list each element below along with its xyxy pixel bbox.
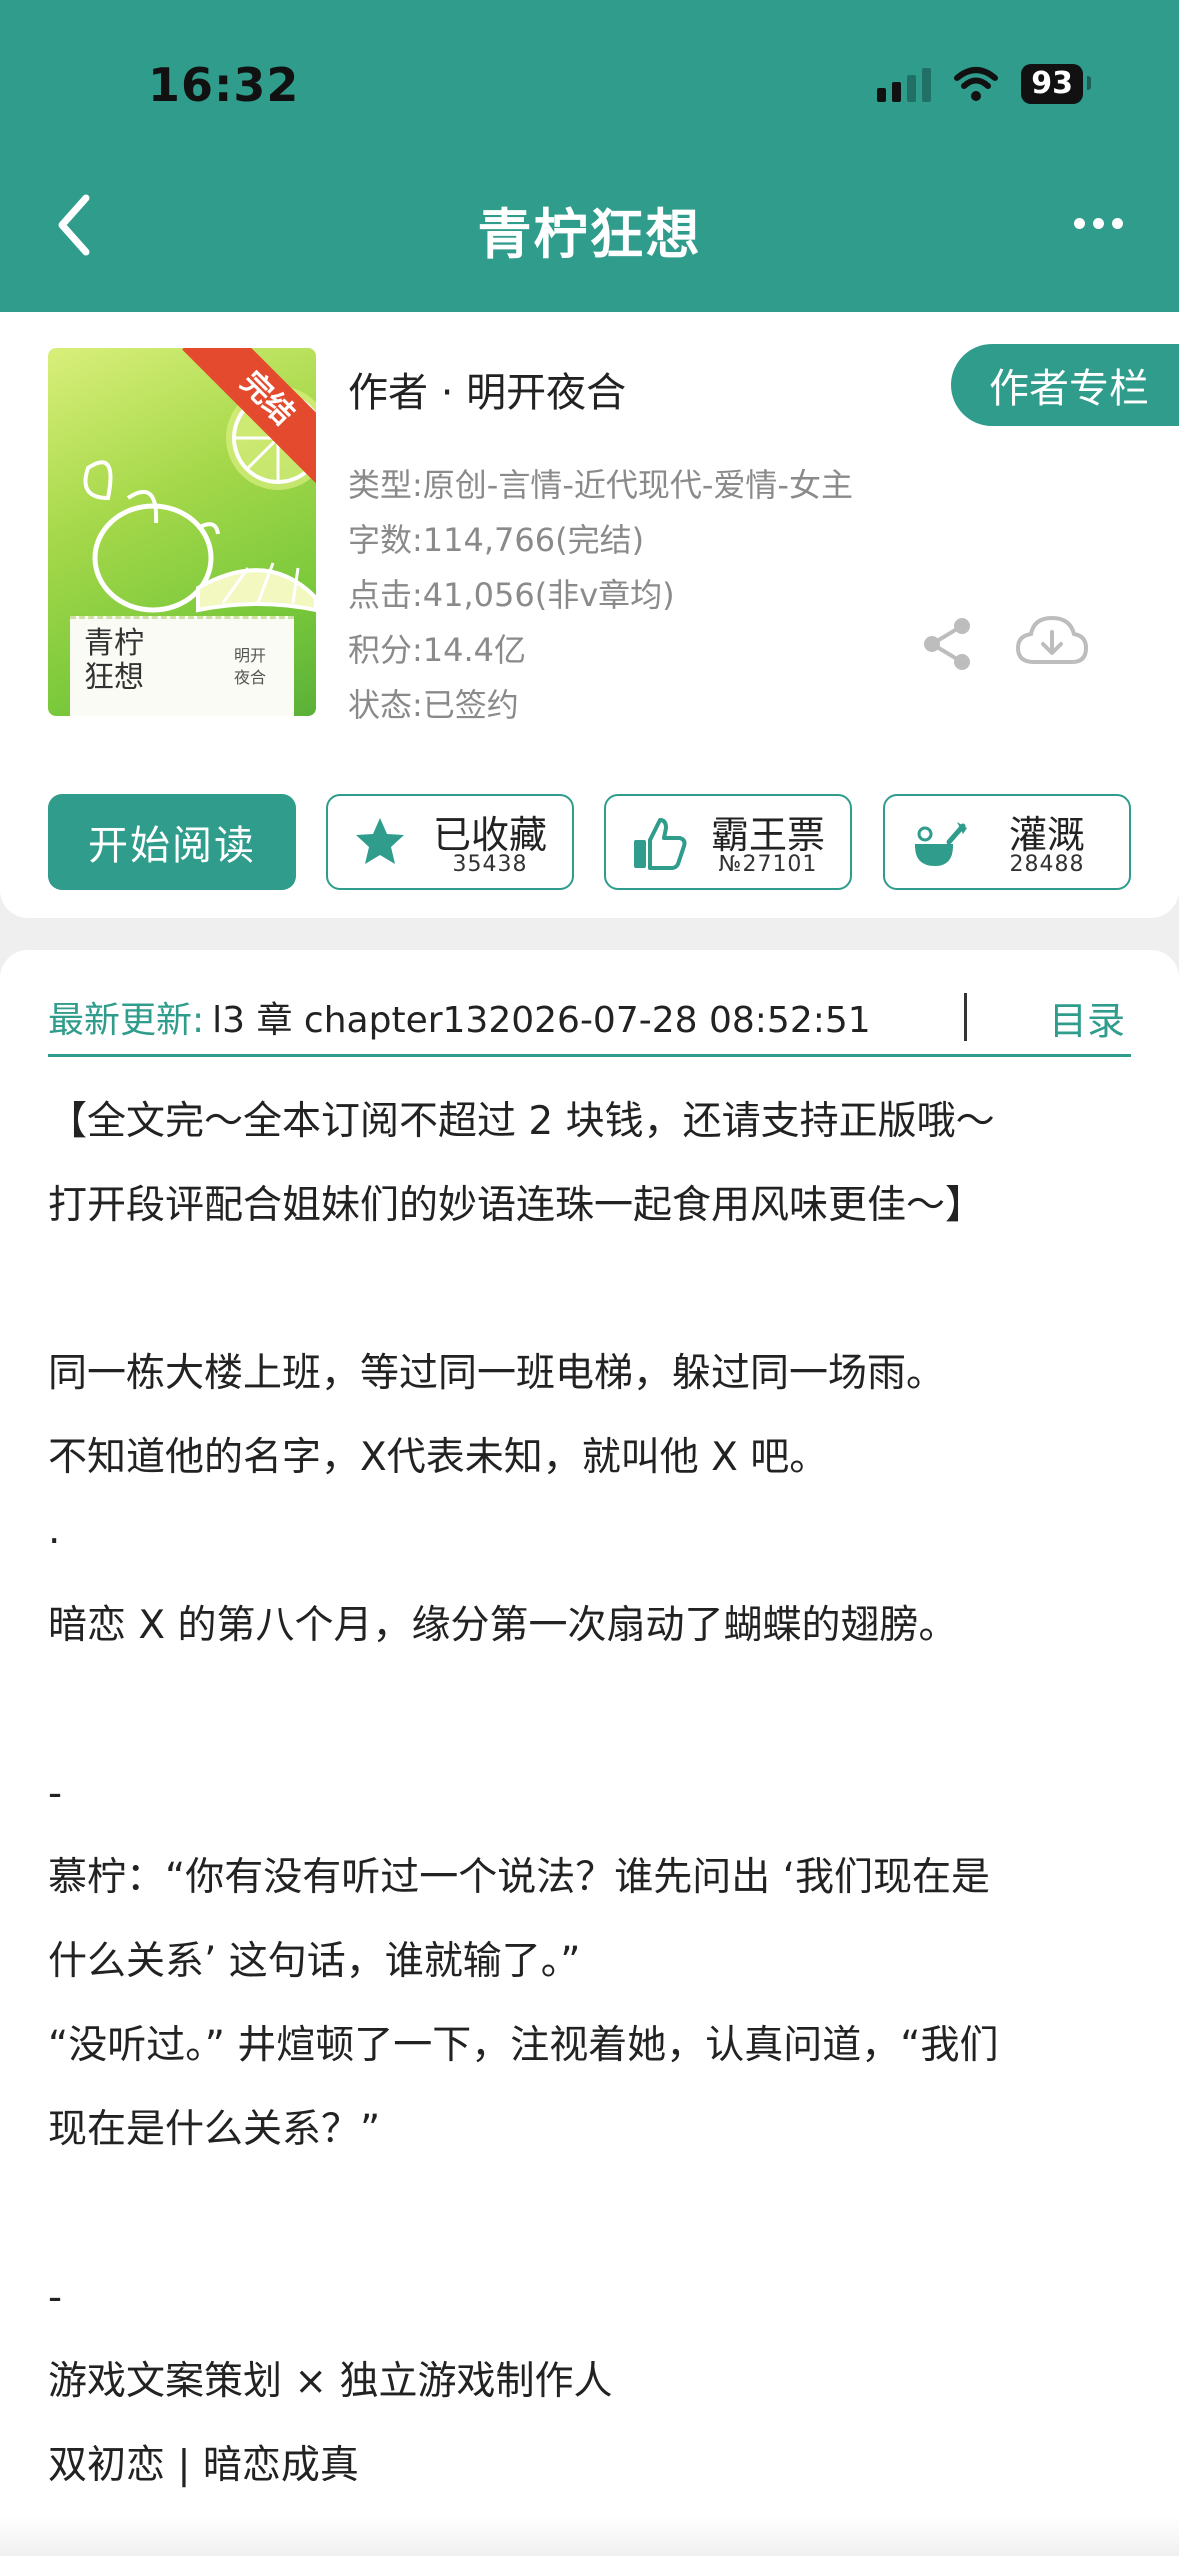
synopsis-line: 慕柠：“你有没有听过一个说法？谁先问出 ‘我们现在是: [48, 1855, 990, 1900]
star-icon: [356, 818, 404, 864]
synopsis-line: 打开段评配合姐妹们的妙语连珠一起食用风味更佳～】: [48, 1183, 985, 1228]
favorite-button[interactable]: 已收藏 35438: [326, 794, 574, 890]
synopsis-line: “没听过。” 井煊顿了一下，注视着她，认真问道，“我们: [48, 2023, 999, 2068]
battery-icon: 93: [1021, 64, 1091, 104]
synopsis-line: 【全文完～全本订阅不超过 2 块钱，还请支持正版哦～: [48, 1099, 995, 1144]
ticket-count: №27101: [718, 852, 818, 877]
water-label: 灌溉: [1008, 813, 1085, 857]
page-title: 青柠狂想: [477, 203, 702, 266]
book-meta: 类型:原创-言情-近代现代-爱情-女主 字数:114,766(完结) 点击:41…: [348, 458, 853, 733]
synopsis-line: ·: [48, 1519, 61, 1564]
ticket-button[interactable]: 霸王票 №27101: [604, 794, 852, 890]
top-bar: 16:32 93 青柠狂想: [0, 0, 1179, 312]
wifi-icon: [954, 67, 999, 101]
thumbs-up-icon: [634, 818, 687, 870]
status-icons: 93: [877, 64, 1091, 104]
synopsis-line: -: [48, 1771, 63, 1816]
meta-words: 字数:114,766(完结): [348, 521, 645, 559]
cover-title: 青柠狂想: [84, 626, 144, 695]
synopsis-line: 不知道他的名字，X代表未知，就叫他 X 吧。: [48, 1435, 829, 1480]
ticket-label: 霸王票: [710, 813, 825, 857]
watering-can-icon: [915, 822, 967, 866]
favorite-label: 已收藏: [432, 813, 547, 857]
toc-link[interactable]: 目录: [1049, 990, 1125, 1045]
more-icon[interactable]: [1074, 218, 1123, 229]
start-reading-button[interactable]: 开始阅读: [48, 794, 296, 890]
latest-update-text[interactable]: l3 章 chapter132026-07-28 08:52:51: [212, 991, 952, 1043]
book-cover[interactable]: 完结 青柠狂想 明开夜合: [48, 348, 316, 716]
meta-genre: 类型:原创-言情-近代现代-爱情-女主: [348, 466, 853, 504]
synopsis-line: 什么关系’ 这句话，谁就输了。”: [48, 1939, 581, 1984]
synopsis-line: [48, 2172, 1148, 2256]
signal-icon: [877, 66, 932, 102]
synopsis-line: [48, 1248, 1148, 1332]
synopsis-line: 现在是什么关系？”: [48, 2107, 381, 2152]
synopsis-line: 双初恋 | 暗恋成真: [48, 2443, 359, 2488]
meta-points: 积分:14.4亿: [348, 631, 527, 669]
meta-clicks: 点击:41,056(非v章均): [348, 576, 675, 614]
meta-status: 状态:已签约: [348, 686, 519, 724]
synopsis-line: [48, 1668, 1148, 1752]
download-icon[interactable]: [1014, 612, 1090, 672]
cover-author: 明开夜合: [233, 646, 266, 687]
home-indicator: [0, 2516, 1179, 2556]
status-time: 16:32: [148, 58, 300, 112]
author-name[interactable]: 作者 · 明开夜合: [348, 360, 626, 418]
synopsis-line: 同一栋大楼上班，等过同一班电梯，躲过同一场雨。: [48, 1351, 946, 1396]
synopsis-card: 最新更新: l3 章 chapter132026-07-28 08:52:51 …: [0, 950, 1179, 2556]
cover-stamp: 青柠狂想 明开夜合: [70, 616, 294, 716]
water-count: 28488: [1009, 852, 1085, 877]
favorite-count: 35438: [452, 852, 528, 877]
water-button[interactable]: 灌溉 28488: [883, 794, 1131, 890]
synopsis-line: 暗恋 X 的第八个月，缘分第一次扇动了蝴蝶的翅膀。: [48, 1603, 958, 1648]
action-buttons: 开始阅读 已收藏 35438 霸王票 №27101 灌溉 28488: [48, 794, 1131, 890]
synopsis-text: 【全文完～全本订阅不超过 2 块钱，还请支持正版哦～ 打开段评配合姐妹们的妙语连…: [48, 1080, 1148, 2508]
latest-update-label: 最新更新:: [48, 1000, 205, 1041]
synopsis-line: -: [48, 2275, 63, 2320]
author-column-button[interactable]: 作者专栏: [951, 344, 1179, 426]
latest-update-row[interactable]: 最新更新: l3 章 chapter132026-07-28 08:52:51 …: [48, 980, 1131, 1057]
synopsis-line: 游戏文案策划 × 独立游戏制作人: [48, 2359, 613, 2404]
divider: [964, 993, 968, 1041]
book-info-card: 完结 青柠狂想 明开夜合 作者 · 明开夜合 作者专栏 类型:原创-言情-近代现…: [0, 312, 1179, 918]
share-icon[interactable]: [920, 616, 976, 672]
